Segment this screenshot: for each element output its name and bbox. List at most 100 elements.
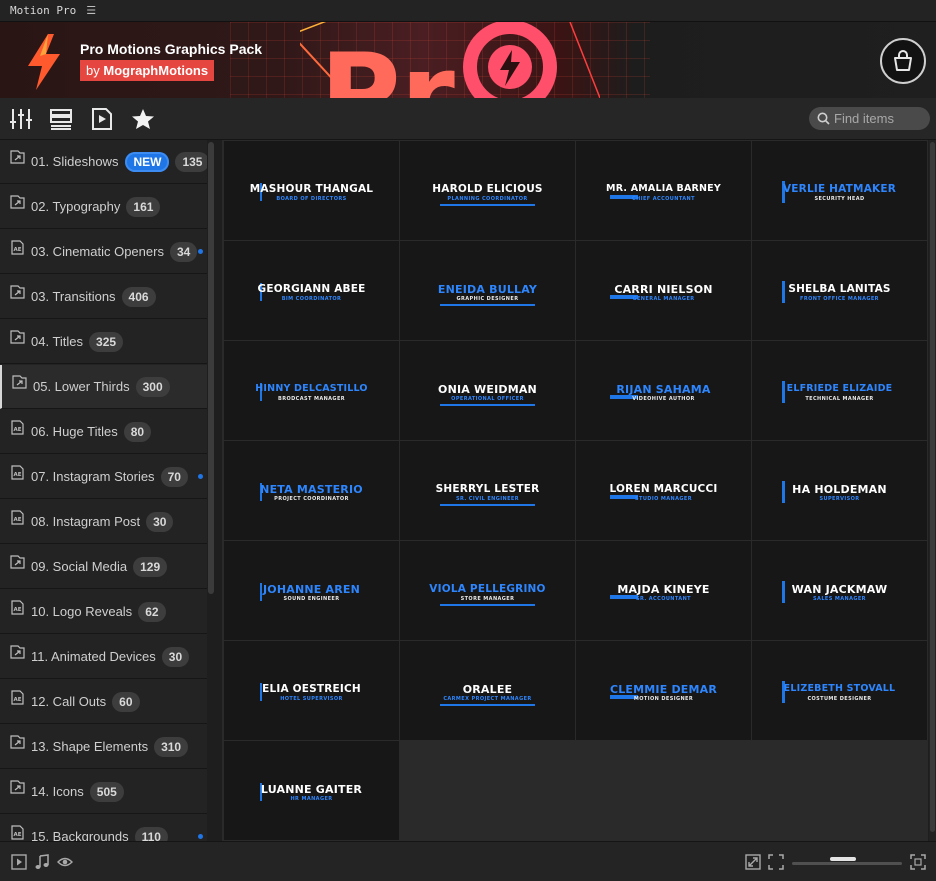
sidebar-item[interactable]: 11. Animated Devices 30	[0, 635, 207, 679]
tile-subtitle: VIDEOHIVE AUTHOR	[632, 396, 695, 402]
template-tile[interactable]: GEORGIANN ABEE BIM COORDINATOR	[224, 241, 399, 340]
template-tile[interactable]: VERLIE HATMAKER SECURITY HEAD	[752, 141, 927, 240]
sidebar-item[interactable]: AE 06. Huge Titles 80	[0, 410, 207, 454]
template-tile[interactable]: ELFRIEDE ELIZAIDE TECHNICAL MANAGER	[752, 341, 927, 440]
tile-name: ONIA WEIDMAN	[438, 383, 537, 396]
template-tile[interactable]: ORALEE CARMEX PROJECT MANAGER	[400, 641, 575, 740]
media-file-icon[interactable]	[90, 108, 114, 130]
eye-icon[interactable]	[57, 854, 73, 870]
sidebar-item[interactable]: 09. Social Media 129	[0, 545, 207, 589]
template-tile[interactable]: ELIZEBETH STOVALL COSTUME DESIGNER	[752, 641, 927, 740]
sidebar-item[interactable]: 13. Shape Elements 310	[0, 725, 207, 769]
template-tile[interactable]: RIJAN SAHAMA VIDEOHIVE AUTHOR	[576, 341, 751, 440]
template-tile[interactable]: HAROLD ELICIOUS PLANNING COORDINATOR	[400, 141, 575, 240]
template-tile[interactable]: SHELBA LANITAS FRONT OFFICE MANAGER	[752, 241, 927, 340]
star-icon[interactable]	[131, 108, 155, 130]
music-note-icon[interactable]	[34, 854, 50, 870]
folder-link-icon	[10, 330, 25, 344]
ae-file-icon: AE	[11, 825, 24, 840]
item-count-badge: 300	[135, 376, 170, 397]
tile-subtitle: STORE MANAGER	[460, 596, 515, 602]
sidebar-item-label: 12. Call Outs	[31, 694, 107, 709]
pack-title: Pro Motions Graphics Pack	[80, 41, 263, 57]
template-tile[interactable]: MAJDA KINEYE SR. ACCOUNTANT	[576, 541, 751, 640]
folder-link-icon	[12, 375, 27, 389]
grid-scroll-thumb[interactable]	[930, 142, 935, 832]
search-icon	[817, 112, 830, 125]
svg-text:AE: AE	[14, 247, 22, 253]
tile-subtitle: SOUND ENGINEER	[283, 596, 340, 602]
tile-name: ELIZEBETH STOVALL	[783, 683, 896, 694]
template-tile[interactable]: CARRI NIELSON GENERAL MANAGER	[576, 241, 751, 340]
template-tile[interactable]: SHERRYL LESTER SR. CIVIL ENGINEER	[400, 441, 575, 540]
app-title: Motion Pro	[10, 4, 77, 17]
template-tile[interactable]: NETA MASTERIO PROJECT COORDINATOR	[224, 441, 399, 540]
sidebar-item-label: 04. Titles	[31, 334, 84, 349]
sidebar-item[interactable]: AE 12. Call Outs 60	[0, 680, 207, 724]
menu-icon[interactable]: ☰	[86, 4, 96, 17]
search-input[interactable]: Find items	[809, 107, 930, 130]
fit-to-screen-icon[interactable]	[745, 854, 761, 870]
sidebar-item[interactable]: AE 10. Logo Reveals 62	[0, 590, 207, 634]
sidebar-item[interactable]: AE 15. Backgrounds 110	[0, 815, 207, 841]
sidebar-item-label: 03. Cinematic Openers	[31, 244, 164, 259]
item-count-badge: 34	[169, 241, 198, 262]
shopping-bag-button[interactable]	[880, 38, 926, 84]
sidebar-item[interactable]: AE 03. Cinematic Openers 34	[0, 230, 207, 274]
tile-name: ELIA OESTREICH	[262, 683, 361, 695]
author-name: MographMotions	[103, 63, 209, 78]
template-tile[interactable]: VIOLA PELLEGRINO STORE MANAGER	[400, 541, 575, 640]
sidebar-scroll-thumb[interactable]	[208, 142, 214, 594]
zoom-slider-handle[interactable]	[830, 857, 856, 861]
update-dot-indicator	[198, 474, 203, 479]
sidebar-item-label: 06. Huge Titles	[31, 424, 118, 439]
svg-text:AE: AE	[14, 517, 22, 523]
item-count-badge: 70	[160, 466, 188, 487]
sidebar-item[interactable]: 04. Titles 325	[0, 320, 207, 364]
template-tile[interactable]: HINNY DELCASTILLO BRODCAST MANAGER	[224, 341, 399, 440]
sidebar-item-label: 10. Logo Reveals	[31, 604, 133, 619]
item-count-badge: 60	[112, 691, 140, 712]
template-tile[interactable]: JOHANNE AREN SOUND ENGINEER	[224, 541, 399, 640]
tile-subtitle: GENERAL MANAGER	[632, 296, 695, 302]
template-tile[interactable]: MASHOUR THANGAL BOARD OF DIRECTORS	[224, 141, 399, 240]
fullscreen-icon[interactable]	[910, 854, 926, 870]
item-count-badge: 110	[134, 826, 168, 841]
sidebar-item[interactable]: 14. Icons 505	[0, 770, 207, 814]
tile-name: MR. AMALIA BARNEY	[606, 183, 721, 194]
tile-name: MAJDA KINEYE	[617, 583, 710, 596]
folder-link-icon	[10, 195, 25, 209]
template-tile[interactable]: ELIA OESTREICH HOTEL SUPERVISOR	[224, 641, 399, 740]
play-icon[interactable]	[11, 854, 27, 870]
tile-name: ELFRIEDE ELIZAIDE	[786, 383, 893, 394]
sidebar-item[interactable]: AE 08. Instagram Post 30	[0, 500, 207, 544]
expand-icon[interactable]	[768, 854, 784, 870]
author-tag[interactable]: by MographMotions	[80, 60, 215, 81]
sidebar-item-label: 03. Transitions	[31, 289, 116, 304]
list-view-icon[interactable]	[49, 108, 73, 130]
sidebar-item[interactable]: 03. Transitions 406	[0, 275, 207, 319]
sidebar-item[interactable]: AE 07. Instagram Stories 70	[0, 455, 207, 499]
template-tile[interactable]: MR. AMALIA BARNEY CHIEF ACCOUNTANT	[576, 141, 751, 240]
template-tile[interactable]: ENEIDA BULLAY GRAPHIC DESIGNER	[400, 241, 575, 340]
search-placeholder: Find items	[834, 111, 894, 126]
tile-subtitle: BIM COORDINATOR	[281, 296, 342, 302]
template-tile[interactable]: ONIA WEIDMAN OPERATIONAL OFFICER	[400, 341, 575, 440]
accent-bar	[440, 304, 535, 306]
item-count-badge: 135	[175, 151, 207, 172]
template-tile[interactable]: LUANNE GAITER HR MANAGER	[224, 741, 399, 840]
sidebar-item[interactable]: 05. Lower Thirds 300	[0, 365, 207, 409]
tile-name: JOHANNE AREN	[262, 583, 361, 596]
zoom-slider[interactable]	[792, 862, 902, 865]
sidebar-item[interactable]: 01. Slideshows NEW 135	[0, 140, 207, 184]
sidebar-item-label: 05. Lower Thirds	[33, 379, 130, 394]
svg-text:Pr: Pr	[320, 30, 455, 98]
sliders-icon[interactable]	[9, 108, 33, 130]
tile-subtitle: PROJECT COORDINATOR	[274, 496, 349, 502]
template-tile[interactable]: LOREN MARCUCCI STUDIO MANAGER	[576, 441, 751, 540]
sidebar-item[interactable]: 02. Typography 161	[0, 185, 207, 229]
template-tile[interactable]: WAN JACKMAW SALES MANAGER	[752, 541, 927, 640]
template-tile[interactable]: CLEMMIE DEMAR MOTION DESIGNER	[576, 641, 751, 740]
template-tile[interactable]: HA HOLDEMAN SUPERVISOR	[752, 441, 927, 540]
accent-bar	[440, 204, 535, 206]
